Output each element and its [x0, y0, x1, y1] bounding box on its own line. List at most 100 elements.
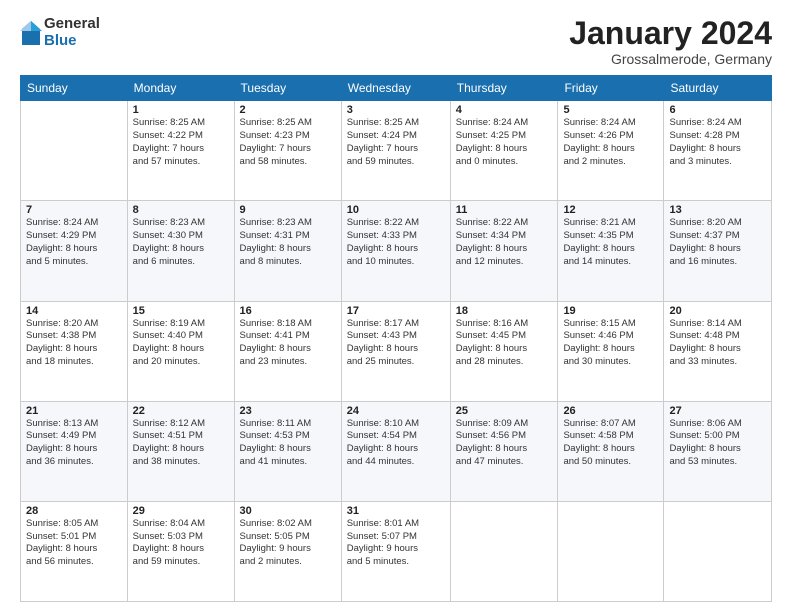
- day-info: Sunrise: 8:20 AMSunset: 4:38 PMDaylight:…: [26, 318, 122, 369]
- table-row: 13Sunrise: 8:20 AMSunset: 4:37 PMDayligh…: [664, 201, 772, 301]
- table-row: 2Sunrise: 8:25 AMSunset: 4:23 PMDaylight…: [234, 101, 341, 201]
- day-number: 6: [669, 104, 766, 116]
- table-row: 10Sunrise: 8:22 AMSunset: 4:33 PMDayligh…: [341, 201, 450, 301]
- day-number: 20: [669, 305, 766, 317]
- day-number: 8: [133, 204, 229, 216]
- table-row: 23Sunrise: 8:11 AMSunset: 4:53 PMDayligh…: [234, 401, 341, 501]
- table-row: 12Sunrise: 8:21 AMSunset: 4:35 PMDayligh…: [558, 201, 664, 301]
- col-sunday: Sunday: [21, 76, 128, 101]
- table-row: 19Sunrise: 8:15 AMSunset: 4:46 PMDayligh…: [558, 301, 664, 401]
- day-info: Sunrise: 8:25 AMSunset: 4:22 PMDaylight:…: [133, 117, 229, 168]
- day-info: Sunrise: 8:01 AMSunset: 5:07 PMDaylight:…: [347, 518, 445, 569]
- table-row: 26Sunrise: 8:07 AMSunset: 4:58 PMDayligh…: [558, 401, 664, 501]
- col-wednesday: Wednesday: [341, 76, 450, 101]
- day-number: 30: [240, 505, 336, 517]
- day-info: Sunrise: 8:07 AMSunset: 4:58 PMDaylight:…: [563, 418, 658, 469]
- day-number: 29: [133, 505, 229, 517]
- day-number: 3: [347, 104, 445, 116]
- table-row: 17Sunrise: 8:17 AMSunset: 4:43 PMDayligh…: [341, 301, 450, 401]
- day-info: Sunrise: 8:24 AMSunset: 4:29 PMDaylight:…: [26, 217, 122, 268]
- day-info: Sunrise: 8:14 AMSunset: 4:48 PMDaylight:…: [669, 318, 766, 369]
- table-row: 30Sunrise: 8:02 AMSunset: 5:05 PMDayligh…: [234, 501, 341, 601]
- day-number: 19: [563, 305, 658, 317]
- day-number: 21: [26, 405, 122, 417]
- table-row: 28Sunrise: 8:05 AMSunset: 5:01 PMDayligh…: [21, 501, 128, 601]
- day-info: Sunrise: 8:10 AMSunset: 4:54 PMDaylight:…: [347, 418, 445, 469]
- day-number: 28: [26, 505, 122, 517]
- day-info: Sunrise: 8:24 AMSunset: 4:28 PMDaylight:…: [669, 117, 766, 168]
- day-number: 26: [563, 405, 658, 417]
- table-row: 21Sunrise: 8:13 AMSunset: 4:49 PMDayligh…: [21, 401, 128, 501]
- day-info: Sunrise: 8:12 AMSunset: 4:51 PMDaylight:…: [133, 418, 229, 469]
- day-number: 1: [133, 104, 229, 116]
- logo-icon: [20, 19, 42, 47]
- title-block: January 2024 Grossalmerode, Germany: [569, 16, 772, 67]
- col-thursday: Thursday: [450, 76, 558, 101]
- day-info: Sunrise: 8:24 AMSunset: 4:26 PMDaylight:…: [563, 117, 658, 168]
- day-number: 12: [563, 204, 658, 216]
- day-info: Sunrise: 8:24 AMSunset: 4:25 PMDaylight:…: [456, 117, 553, 168]
- day-number: 31: [347, 505, 445, 517]
- month-title: January 2024: [569, 16, 772, 51]
- day-info: Sunrise: 8:16 AMSunset: 4:45 PMDaylight:…: [456, 318, 553, 369]
- day-info: Sunrise: 8:22 AMSunset: 4:33 PMDaylight:…: [347, 217, 445, 268]
- day-number: 25: [456, 405, 553, 417]
- day-info: Sunrise: 8:19 AMSunset: 4:40 PMDaylight:…: [133, 318, 229, 369]
- col-tuesday: Tuesday: [234, 76, 341, 101]
- table-row: 29Sunrise: 8:04 AMSunset: 5:03 PMDayligh…: [127, 501, 234, 601]
- page-header: General Blue January 2024 Grossalmerode,…: [20, 16, 772, 67]
- day-number: 14: [26, 305, 122, 317]
- table-row: 24Sunrise: 8:10 AMSunset: 4:54 PMDayligh…: [341, 401, 450, 501]
- table-row: 6Sunrise: 8:24 AMSunset: 4:28 PMDaylight…: [664, 101, 772, 201]
- table-row: [450, 501, 558, 601]
- table-row: 20Sunrise: 8:14 AMSunset: 4:48 PMDayligh…: [664, 301, 772, 401]
- table-row: 11Sunrise: 8:22 AMSunset: 4:34 PMDayligh…: [450, 201, 558, 301]
- day-info: Sunrise: 8:11 AMSunset: 4:53 PMDaylight:…: [240, 418, 336, 469]
- table-row: 15Sunrise: 8:19 AMSunset: 4:40 PMDayligh…: [127, 301, 234, 401]
- day-info: Sunrise: 8:22 AMSunset: 4:34 PMDaylight:…: [456, 217, 553, 268]
- day-number: 2: [240, 104, 336, 116]
- day-number: 13: [669, 204, 766, 216]
- table-row: 4Sunrise: 8:24 AMSunset: 4:25 PMDaylight…: [450, 101, 558, 201]
- table-row: 1Sunrise: 8:25 AMSunset: 4:22 PMDaylight…: [127, 101, 234, 201]
- table-row: 5Sunrise: 8:24 AMSunset: 4:26 PMDaylight…: [558, 101, 664, 201]
- table-row: 27Sunrise: 8:06 AMSunset: 5:00 PMDayligh…: [664, 401, 772, 501]
- logo-general: General: [44, 16, 100, 33]
- day-number: 24: [347, 405, 445, 417]
- day-info: Sunrise: 8:25 AMSunset: 4:23 PMDaylight:…: [240, 117, 336, 168]
- day-info: Sunrise: 8:06 AMSunset: 5:00 PMDaylight:…: [669, 418, 766, 469]
- day-info: Sunrise: 8:23 AMSunset: 4:30 PMDaylight:…: [133, 217, 229, 268]
- logo: General Blue: [20, 16, 100, 49]
- day-number: 16: [240, 305, 336, 317]
- table-row: [21, 101, 128, 201]
- calendar-table: Sunday Monday Tuesday Wednesday Thursday…: [20, 75, 772, 602]
- day-info: Sunrise: 8:13 AMSunset: 4:49 PMDaylight:…: [26, 418, 122, 469]
- day-info: Sunrise: 8:04 AMSunset: 5:03 PMDaylight:…: [133, 518, 229, 569]
- day-number: 5: [563, 104, 658, 116]
- table-row: 25Sunrise: 8:09 AMSunset: 4:56 PMDayligh…: [450, 401, 558, 501]
- col-friday: Friday: [558, 76, 664, 101]
- location: Grossalmerode, Germany: [569, 51, 772, 67]
- day-number: 7: [26, 204, 122, 216]
- day-info: Sunrise: 8:15 AMSunset: 4:46 PMDaylight:…: [563, 318, 658, 369]
- table-row: 3Sunrise: 8:25 AMSunset: 4:24 PMDaylight…: [341, 101, 450, 201]
- day-number: 15: [133, 305, 229, 317]
- logo-blue: Blue: [44, 33, 100, 50]
- table-row: 22Sunrise: 8:12 AMSunset: 4:51 PMDayligh…: [127, 401, 234, 501]
- day-info: Sunrise: 8:20 AMSunset: 4:37 PMDaylight:…: [669, 217, 766, 268]
- day-number: 11: [456, 204, 553, 216]
- day-info: Sunrise: 8:25 AMSunset: 4:24 PMDaylight:…: [347, 117, 445, 168]
- table-row: 8Sunrise: 8:23 AMSunset: 4:30 PMDaylight…: [127, 201, 234, 301]
- table-row: 14Sunrise: 8:20 AMSunset: 4:38 PMDayligh…: [21, 301, 128, 401]
- table-row: 16Sunrise: 8:18 AMSunset: 4:41 PMDayligh…: [234, 301, 341, 401]
- day-info: Sunrise: 8:17 AMSunset: 4:43 PMDaylight:…: [347, 318, 445, 369]
- calendar-header-row: Sunday Monday Tuesday Wednesday Thursday…: [21, 76, 772, 101]
- table-row: 7Sunrise: 8:24 AMSunset: 4:29 PMDaylight…: [21, 201, 128, 301]
- day-number: 27: [669, 405, 766, 417]
- day-number: 9: [240, 204, 336, 216]
- col-monday: Monday: [127, 76, 234, 101]
- day-info: Sunrise: 8:18 AMSunset: 4:41 PMDaylight:…: [240, 318, 336, 369]
- day-info: Sunrise: 8:23 AMSunset: 4:31 PMDaylight:…: [240, 217, 336, 268]
- table-row: [664, 501, 772, 601]
- day-number: 17: [347, 305, 445, 317]
